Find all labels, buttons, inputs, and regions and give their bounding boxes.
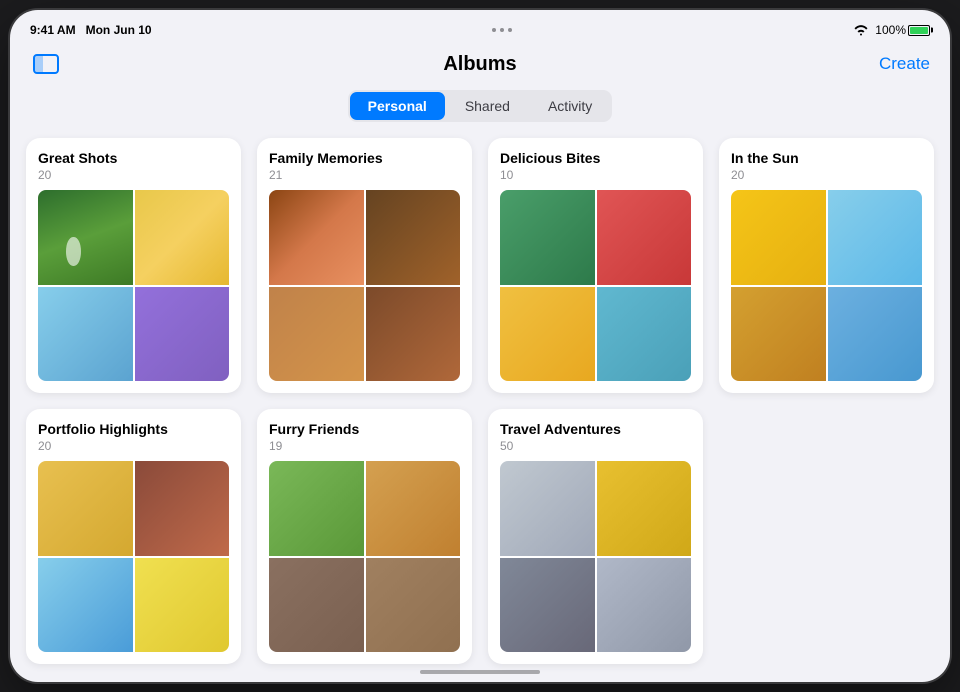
album-card-in-the-sun[interactable]: In the Sun 20 xyxy=(719,138,934,393)
photo-1 xyxy=(269,190,364,285)
album-count: 20 xyxy=(38,168,229,182)
photo-2 xyxy=(135,461,230,556)
home-indicator xyxy=(420,670,540,674)
album-title: Portfolio Highlights xyxy=(38,421,229,437)
album-title: Family Memories xyxy=(269,150,460,166)
dot-3 xyxy=(508,28,512,32)
battery-percentage: 100% xyxy=(875,23,906,37)
album-photos xyxy=(38,190,229,381)
battery-fill xyxy=(910,27,928,34)
photo-3 xyxy=(731,287,826,382)
photo-3 xyxy=(38,287,133,382)
photo-4 xyxy=(135,287,230,382)
album-title: In the Sun xyxy=(731,150,922,166)
album-title: Great Shots xyxy=(38,150,229,166)
album-count: 19 xyxy=(269,439,460,453)
photo-1 xyxy=(500,190,595,285)
photo-4 xyxy=(597,558,692,653)
ipad-frame: 9:41 AM Mon Jun 10 100% xyxy=(10,10,950,682)
tab-bar: Personal Shared Activity xyxy=(10,90,950,122)
tab-shared[interactable]: Shared xyxy=(447,92,528,120)
album-card-furry-friends[interactable]: Furry Friends 19 xyxy=(257,409,472,664)
album-title: Travel Adventures xyxy=(500,421,691,437)
create-button[interactable]: Create xyxy=(879,54,930,74)
album-count: 10 xyxy=(500,168,691,182)
photo-2 xyxy=(597,190,692,285)
photo-2 xyxy=(597,461,692,556)
header: Albums Create xyxy=(10,46,950,86)
album-card-portfolio-highlights[interactable]: Portfolio Highlights 20 xyxy=(26,409,241,664)
album-count: 50 xyxy=(500,439,691,453)
album-photos xyxy=(269,190,460,381)
album-card-travel-adventures[interactable]: Travel Adventures 50 xyxy=(488,409,703,664)
photo-3 xyxy=(269,558,364,653)
battery-icon xyxy=(908,25,930,36)
album-photos xyxy=(500,461,691,652)
photo-4 xyxy=(828,287,923,382)
status-right: 100% xyxy=(853,23,930,37)
wifi-icon xyxy=(853,24,869,36)
album-photos xyxy=(500,190,691,381)
album-photos xyxy=(38,461,229,652)
photo-2 xyxy=(366,190,461,285)
album-card-great-shots[interactable]: Great Shots 20 xyxy=(26,138,241,393)
album-photos xyxy=(731,190,922,381)
photo-2 xyxy=(135,190,230,285)
photo-1 xyxy=(731,190,826,285)
date-display: Mon Jun 10 xyxy=(86,23,152,37)
album-photos xyxy=(269,461,460,652)
album-count: 20 xyxy=(38,439,229,453)
photo-4 xyxy=(366,287,461,382)
photo-3 xyxy=(500,287,595,382)
battery: 100% xyxy=(875,23,930,37)
tab-activity[interactable]: Activity xyxy=(530,92,610,120)
photo-3 xyxy=(500,558,595,653)
photo-1 xyxy=(269,461,364,556)
album-card-delicious-bites[interactable]: Delicious Bites 10 xyxy=(488,138,703,393)
segmented-control: Personal Shared Activity xyxy=(348,90,613,122)
album-count: 21 xyxy=(269,168,460,182)
album-count: 20 xyxy=(731,168,922,182)
sidebar-icon xyxy=(33,54,59,74)
tab-personal[interactable]: Personal xyxy=(350,92,445,120)
photo-1 xyxy=(38,461,133,556)
photo-2 xyxy=(366,461,461,556)
dot-1 xyxy=(492,28,496,32)
photo-3 xyxy=(38,558,133,653)
sidebar-toggle-button[interactable] xyxy=(30,50,62,78)
photo-2 xyxy=(828,190,923,285)
photo-1 xyxy=(38,190,133,285)
photo-1 xyxy=(500,461,595,556)
photo-4 xyxy=(597,287,692,382)
photo-3 xyxy=(269,287,364,382)
album-title: Delicious Bites xyxy=(500,150,691,166)
photo-4 xyxy=(135,558,230,653)
status-time: 9:41 AM Mon Jun 10 xyxy=(30,23,152,37)
photo-4 xyxy=(366,558,461,653)
status-bar: 9:41 AM Mon Jun 10 100% xyxy=(10,10,950,46)
album-title: Furry Friends xyxy=(269,421,460,437)
status-dots xyxy=(492,28,512,32)
album-card-family-memories[interactable]: Family Memories 21 xyxy=(257,138,472,393)
time-display: 9:41 AM xyxy=(30,23,76,37)
albums-grid: Great Shots 20 Family Memories 21 Delici… xyxy=(10,138,950,664)
dot-2 xyxy=(500,28,504,32)
page-title: Albums xyxy=(443,53,516,76)
